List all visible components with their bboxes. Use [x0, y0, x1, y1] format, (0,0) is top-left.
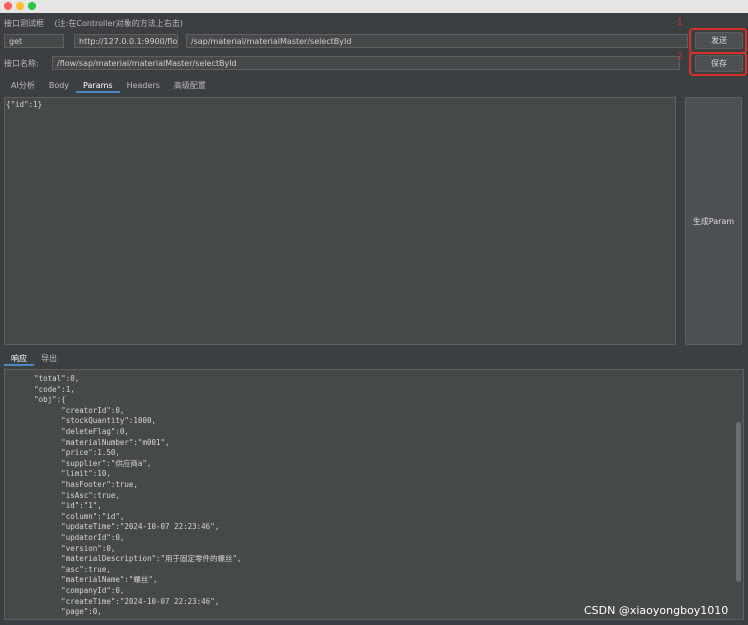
name-field[interactable]: /flow/sap/material/materialMaster/select…: [52, 56, 680, 70]
response-line: "updateTime":"2024-10-07 22:23:46",: [7, 522, 220, 532]
response-line: "materialNumber":"m001",: [7, 437, 170, 447]
close-window-button[interactable]: [4, 2, 12, 10]
response-line: "hasFooter":true,: [7, 480, 138, 489]
response-scrollbar[interactable]: [734, 370, 743, 619]
response-line: "updatorId":0,: [7, 533, 125, 542]
generate-param-button[interactable]: 生成Param: [685, 97, 742, 345]
response-line: "page":0,: [7, 607, 102, 617]
response-line: "stockQuantity":1000,: [7, 416, 157, 426]
window-titlebar: [0, 0, 748, 13]
response-line: "materialName":"螺丝",: [7, 575, 158, 585]
response-line: "code":1,: [7, 384, 75, 394]
response-line: "obj":{: [7, 395, 66, 405]
tab-advanced-config[interactable]: 高级配置: [167, 79, 213, 93]
params-editor[interactable]: {"id":1}: [4, 97, 676, 345]
params-text[interactable]: {"id":1}: [6, 100, 42, 109]
response-line: "price":1.50,: [7, 448, 120, 458]
response-line: "asc":true,: [7, 564, 111, 574]
response-line: "materialDescription":"用于固定零件的螺丝",: [7, 554, 242, 564]
path-field[interactable]: /sap/material/materialMaster/selectById: [186, 34, 688, 48]
tab-response[interactable]: 响应: [4, 352, 34, 366]
tab-body[interactable]: Body: [42, 79, 76, 93]
response-line: "isAsc":true,: [7, 490, 120, 500]
name-label: 接口名称:: [4, 59, 39, 68]
response-line: "companyId":0,: [7, 586, 125, 595]
response-panel[interactable]: "total":0, "code":1, "obj":{ "creatorId"…: [4, 369, 744, 620]
method-field[interactable]: get: [4, 34, 64, 48]
response-line: "limit":10,: [7, 469, 111, 479]
tab-ai-analysis[interactable]: AI分析: [4, 79, 42, 93]
request-tabs: AI分析 Body Params Headers 高级配置: [4, 79, 213, 93]
response-scrollbar-thumb[interactable]: [736, 422, 741, 582]
response-line: "id":"1",: [7, 501, 102, 511]
response-line: "column":"id",: [7, 511, 125, 521]
response-line: "deleteFlag":0,: [7, 427, 129, 436]
tab-params[interactable]: Params: [76, 79, 120, 93]
response-line: "supplier":"供应商a",: [7, 458, 152, 468]
response-tabs: 响应 导出: [4, 352, 64, 366]
zoom-window-button[interactable]: [28, 2, 36, 10]
annotation-1: 1: [677, 18, 683, 28]
watermark: CSDN @xiaoyongboy1010: [584, 604, 729, 617]
tab-headers[interactable]: Headers: [120, 79, 167, 93]
annotation-2: 2: [677, 52, 683, 62]
response-line: "creatorId":0,: [7, 405, 125, 415]
minimize-window-button[interactable]: [16, 2, 24, 10]
response-line: "total":0,: [7, 374, 80, 383]
response-line: "createTime":"2024-10-07 22:23:46",: [7, 596, 220, 606]
panel-note: (注:在Controller对象的方法上右击): [54, 19, 183, 28]
host-field[interactable]: http://127.0.0.1:9900/flow: [74, 34, 178, 48]
panel-header: 接口测试框 (注:在Controller对象的方法上右击): [4, 18, 183, 29]
panel-title: 接口测试框: [4, 19, 44, 28]
response-line: "version":0,: [7, 543, 116, 553]
save-button[interactable]: 保存: [695, 55, 743, 72]
tab-export[interactable]: 导出: [34, 352, 64, 366]
send-button[interactable]: 发送: [695, 32, 743, 49]
